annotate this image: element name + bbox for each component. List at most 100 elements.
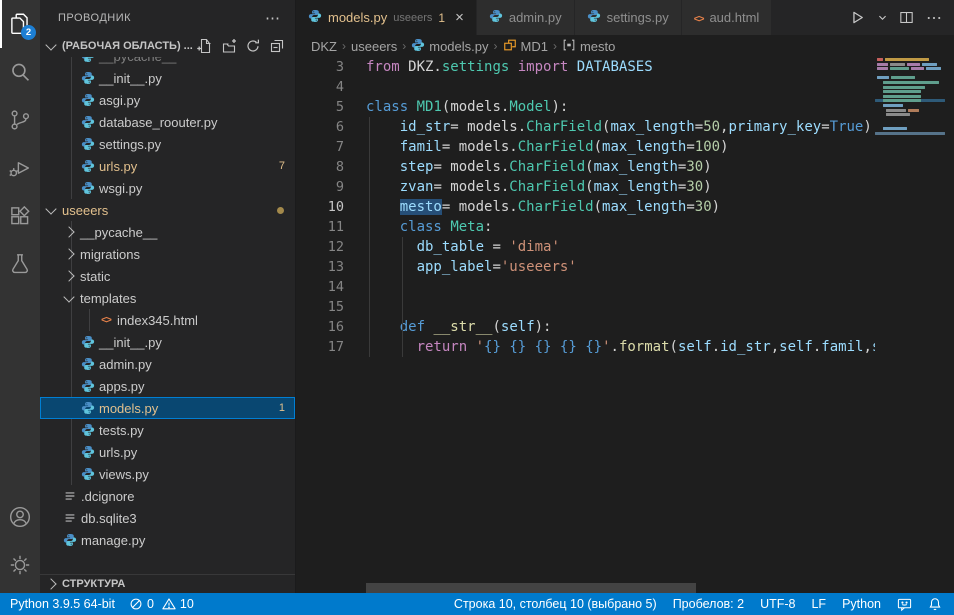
activitybar-search[interactable] xyxy=(0,48,40,96)
line-number: 15 xyxy=(296,297,366,317)
workspace-section-header[interactable]: (РАБОЧАЯ ОБЛАСТЬ) ... xyxy=(40,35,295,57)
tree-item-urls.py[interactable]: urls.py xyxy=(40,441,295,463)
outline-section-header[interactable]: СТРУКТУРА xyxy=(40,574,295,593)
tree-item-models.py[interactable]: models.py1 xyxy=(40,397,295,419)
python-version-indicator[interactable]: Python 3.9.5 64-bit xyxy=(10,597,115,611)
cursor-position[interactable]: Строка 10, столбец 10 (выбрано 5) xyxy=(454,597,657,611)
minimap-line xyxy=(883,81,939,84)
python-file-icon xyxy=(79,379,97,393)
more-actions-icon[interactable] xyxy=(922,9,946,27)
tree-item-.dcignore[interactable]: .dcignore xyxy=(40,485,295,507)
activitybar-settings[interactable] xyxy=(0,541,40,589)
file-tree: __pycache____init__.pyasgi.pydatabase_ro… xyxy=(40,57,295,574)
language-mode[interactable]: Python xyxy=(842,597,881,611)
feedback-icon[interactable] xyxy=(897,597,912,612)
tree-item-__init__.py[interactable]: __init__.py xyxy=(40,67,295,89)
run-dropdown-icon[interactable] xyxy=(874,12,891,23)
code-text: def __str__(self): xyxy=(366,317,551,337)
tree-item-apps.py[interactable]: apps.py xyxy=(40,375,295,397)
tab-problems-badge: 1 xyxy=(438,11,445,25)
chevron-right-icon xyxy=(45,578,56,589)
activitybar-explorer[interactable]: 2 xyxy=(0,0,40,48)
run-icon[interactable] xyxy=(845,8,870,27)
code-line-13: 13 app_label='useeers' xyxy=(296,257,875,277)
tree-item-urls.py[interactable]: urls.py7 xyxy=(40,155,295,177)
minimap-line xyxy=(890,67,909,70)
close-icon[interactable]: × xyxy=(455,9,464,26)
outline-title: СТРУКТУРА xyxy=(62,578,125,590)
tree-item-manage.py[interactable]: manage.py xyxy=(40,529,295,551)
code-line-3: 3from DKZ.settings import DATABASES xyxy=(296,57,875,77)
breadcrumb-item-mesto[interactable]: mesto xyxy=(562,38,615,55)
python-file-icon xyxy=(79,335,97,349)
indentation-indicator[interactable]: Пробелов: 2 xyxy=(673,597,744,611)
code-text: mesto= models.CharField(max_length=30) xyxy=(366,197,720,217)
split-editor-icon[interactable] xyxy=(895,9,918,26)
tree-item-label: index345.html xyxy=(117,313,198,328)
activity-bar: 2 xyxy=(0,0,40,593)
code-line-9: 9 zvan= models.CharField(max_length=30) xyxy=(296,177,875,197)
code-line-11: 11 class Meta: xyxy=(296,217,875,237)
new-file-icon[interactable] xyxy=(197,38,213,54)
code-editor[interactable]: 3from DKZ.settings import DATABASES45cla… xyxy=(296,57,954,593)
collapse-all-icon[interactable] xyxy=(269,38,285,54)
eol-indicator[interactable]: LF xyxy=(811,597,826,611)
tree-item-templates[interactable]: templates xyxy=(40,287,295,309)
tree-item-asgi.py[interactable]: asgi.py xyxy=(40,89,295,111)
tree-item-useeers[interactable]: useeers xyxy=(40,199,295,221)
errors-icon xyxy=(129,597,143,611)
breadcrumb: DKZ›useeers›models.py›MD1›mesto xyxy=(296,35,954,57)
line-number: 9 xyxy=(296,177,366,197)
minimap-line xyxy=(883,99,921,102)
tab-aud.html[interactable]: <>aud.html xyxy=(682,0,773,35)
activitybar-account[interactable] xyxy=(0,493,40,541)
code-line-10: 10 mesto= models.CharField(max_length=30… xyxy=(296,197,875,217)
minimap[interactable] xyxy=(875,57,945,593)
tree-item-migrations[interactable]: migrations xyxy=(40,243,295,265)
tab-admin.py[interactable]: admin.py xyxy=(477,0,575,35)
tree-item-__pycache__[interactable]: __pycache__ xyxy=(40,57,295,67)
indent-guide xyxy=(402,237,403,357)
chevron-down-icon xyxy=(45,203,56,214)
python-file-icon xyxy=(79,115,97,129)
activitybar-testing[interactable] xyxy=(0,240,40,288)
tree-item-wsgi.py[interactable]: wsgi.py xyxy=(40,177,295,199)
more-actions-icon[interactable]: ⋯ xyxy=(265,9,281,27)
horizontal-scrollbar[interactable] xyxy=(366,583,696,593)
new-folder-icon[interactable] xyxy=(221,38,237,54)
refresh-icon[interactable] xyxy=(245,38,261,54)
tab-models.py[interactable]: models.pyuseeers1× xyxy=(296,0,477,35)
breadcrumb-item-models.py[interactable]: models.py xyxy=(411,38,488,55)
tree-item-admin.py[interactable]: admin.py xyxy=(40,353,295,375)
explorer-sidebar: ПРОВОДНИК ⋯ (РАБОЧАЯ ОБЛАСТЬ) ... __pyca… xyxy=(40,0,296,593)
tab-settings.py[interactable]: settings.py xyxy=(575,0,682,35)
breadcrumb-item-DKZ[interactable]: DKZ xyxy=(311,39,337,54)
code-line-16: 16 def __str__(self): xyxy=(296,317,875,337)
tree-item-__init__.py[interactable]: __init__.py xyxy=(40,331,295,353)
activitybar-extensions[interactable] xyxy=(0,192,40,240)
tree-item-views.py[interactable]: views.py xyxy=(40,463,295,485)
activitybar-source-control[interactable] xyxy=(0,96,40,144)
file-file-icon xyxy=(61,511,79,525)
notifications-bell-icon[interactable] xyxy=(928,597,942,611)
code-text: app_label='useeers' xyxy=(366,257,577,277)
tree-item-static[interactable]: static xyxy=(40,265,295,287)
breadcrumb-item-useeers[interactable]: useeers xyxy=(351,39,397,54)
encoding-indicator[interactable]: UTF-8 xyxy=(760,597,795,611)
tree-item-settings.py[interactable]: settings.py xyxy=(40,133,295,155)
tree-item-__pycache__[interactable]: __pycache__ xyxy=(40,221,295,243)
tree-item-database_roouter.py[interactable]: database_roouter.py xyxy=(40,111,295,133)
account-icon xyxy=(7,504,33,530)
tree-item-db.sqlite3[interactable]: db.sqlite3 xyxy=(40,507,295,529)
problems-indicator[interactable]: 0 10 xyxy=(129,597,194,611)
tree-item-tests.py[interactable]: tests.py xyxy=(40,419,295,441)
editor-group: models.py useeers 1 × admin.pysettings.py<>a… xyxy=(296,0,954,593)
chevron-down-icon xyxy=(45,39,56,50)
class-icon xyxy=(503,38,517,55)
breadcrumb-item-MD1[interactable]: MD1 xyxy=(503,38,548,55)
activitybar-run-debug[interactable] xyxy=(0,144,40,192)
line-number: 7 xyxy=(296,137,366,157)
tree-item-label: migrations xyxy=(80,247,140,262)
tree-item-index345.html[interactable]: <>index345.html xyxy=(40,309,295,331)
sidebar-header: ПРОВОДНИК ⋯ xyxy=(40,0,295,35)
